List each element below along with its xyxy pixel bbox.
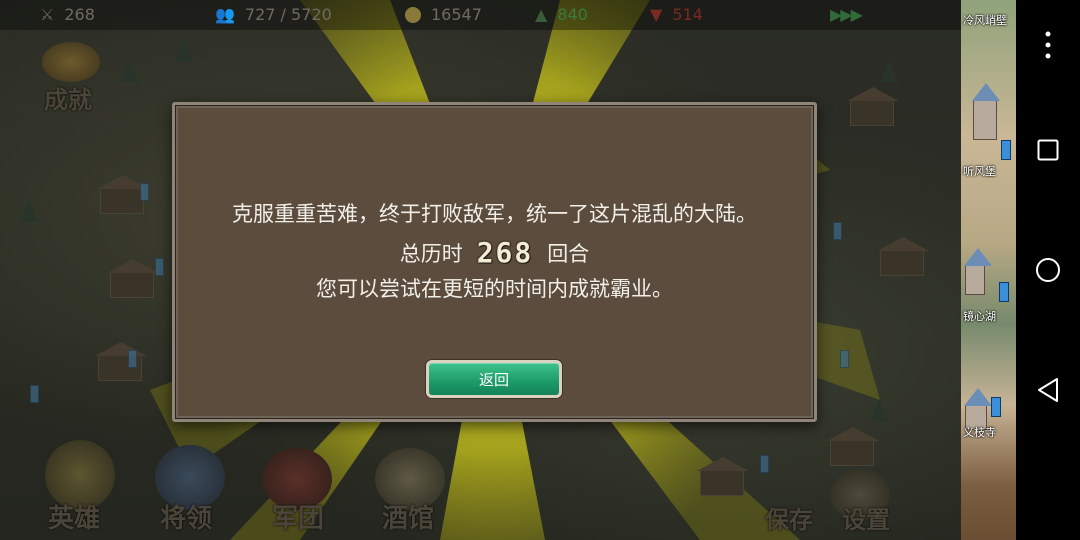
turns-unit-label: 回合 <box>547 241 590 266</box>
flag-icon <box>991 397 1001 417</box>
achievement-button[interactable]: 成就 <box>44 80 92 115</box>
army-menu-button[interactable]: 军团 <box>272 498 324 535</box>
settings-button[interactable]: 设置 <box>842 500 890 535</box>
general-menu-button[interactable]: 将领 <box>160 498 212 535</box>
down-arrow-icon: ▼ <box>650 5 663 24</box>
back-button-label: 返回 <box>478 370 509 389</box>
back-nav-icon[interactable] <box>1016 375 1080 405</box>
income-value: 840 <box>557 5 588 24</box>
map-building <box>97 175 149 214</box>
coin-icon <box>405 6 421 23</box>
minimap-location-label: 听风堡 <box>963 165 996 178</box>
resource-bar: ⚔ 268 👥 727 / 5720 16547 ▲ 840 ▼ 514 ▶▶▶ <box>0 0 961 30</box>
minimap[interactable]: 冷风峭壁 听风堡 镜心湖 义枝寺 <box>961 0 1016 540</box>
gold-value: 16547 <box>431 5 482 24</box>
turn-count-line: 总历时 268 回合 <box>175 236 814 269</box>
map-flag <box>30 385 39 403</box>
minimap-location-label: 镜心湖 <box>963 310 996 323</box>
map-building <box>827 427 879 466</box>
map-flag <box>155 258 164 276</box>
map-tree <box>880 60 898 82</box>
castle-icon <box>972 83 1000 140</box>
income-stat: ▲ 840 <box>535 5 588 24</box>
castle-icon <box>964 248 992 295</box>
flag-icon <box>1001 140 1011 160</box>
map-tree <box>120 60 138 82</box>
game-area[interactable]: ⚔ 268 👥 727 / 5720 16547 ▲ 840 ▼ 514 ▶▶▶… <box>0 0 961 540</box>
gold-stat: 16547 <box>405 5 482 24</box>
score-stat: ⚔ 268 <box>40 5 95 24</box>
map-building <box>877 237 929 276</box>
expense-stat: ▼ 514 <box>650 5 703 24</box>
map-tree <box>20 200 38 222</box>
save-button[interactable]: 保存 <box>765 500 813 535</box>
expense-value: 514 <box>672 5 703 24</box>
hero-menu-button[interactable]: 英雄 <box>48 498 100 535</box>
hint-message: 您可以尝试在更短的时间内成就霸业。 <box>316 277 673 301</box>
flag-icon <box>999 282 1009 302</box>
map-flag <box>140 183 149 201</box>
map-flag <box>128 350 137 368</box>
people-icon: 👥 <box>215 5 235 24</box>
total-time-label: 总历时 <box>399 241 463 266</box>
population-stat: 👥 727 / 5720 <box>215 5 332 24</box>
sword-icon: ⚔ <box>40 5 55 24</box>
up-arrow-icon: ▲ <box>535 5 548 24</box>
minimap-location-label: 冷风峭壁 <box>963 14 1007 27</box>
recent-apps-icon[interactable] <box>1016 136 1080 164</box>
trophy-icon[interactable] <box>42 42 100 82</box>
fast-forward-icon[interactable]: ▶▶▶ <box>830 5 863 24</box>
map-flag <box>840 350 849 368</box>
map-building <box>107 259 159 298</box>
map-building <box>847 87 899 126</box>
map-flag <box>760 455 769 473</box>
more-options-icon[interactable] <box>1016 30 1080 60</box>
victory-message: 克服重重苦难，终于打败敌军，统一了这片混乱的大陆。 <box>232 202 757 226</box>
victory-dialog: 克服重重苦难，终于打败敌军，统一了这片混乱的大陆。 总历时 268 回合 您可以… <box>172 102 817 422</box>
score-value: 268 <box>64 5 95 24</box>
minimap-location-label: 义枝寺 <box>963 426 996 439</box>
population-value: 727 / 5720 <box>244 5 332 24</box>
turn-count: 268 <box>476 236 534 269</box>
map-flag <box>833 222 842 240</box>
map-tree <box>175 40 193 62</box>
system-navigation-bar <box>1016 0 1080 540</box>
tavern-menu-button[interactable]: 酒馆 <box>382 498 434 535</box>
map-building <box>697 457 749 496</box>
map-tree <box>870 400 888 422</box>
back-button[interactable]: 返回 <box>426 360 562 398</box>
home-icon[interactable] <box>1016 255 1080 285</box>
